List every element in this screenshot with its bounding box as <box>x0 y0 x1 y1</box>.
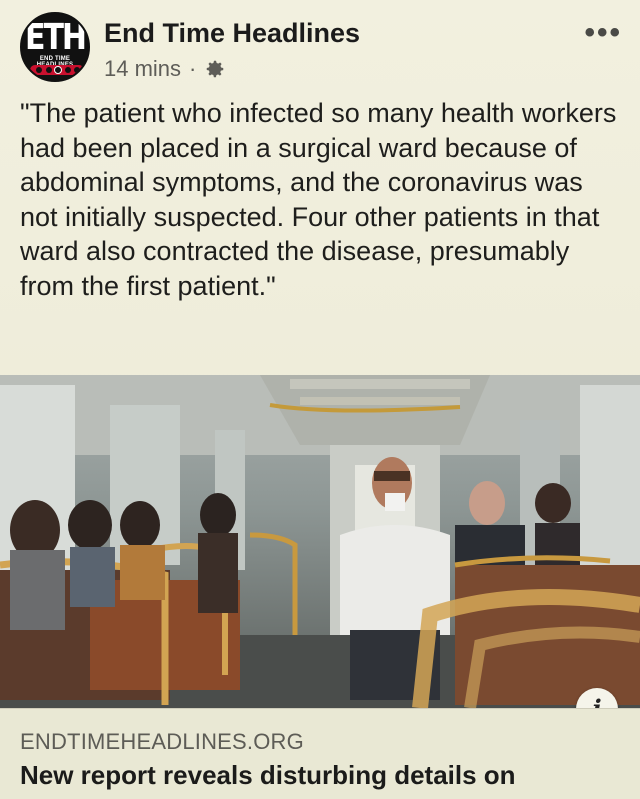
more-options-icon[interactable]: ••• <box>584 16 622 50</box>
page-name[interactable]: End Time Headlines <box>104 18 360 49</box>
post-text: "The patient who infected so many health… <box>20 98 617 301</box>
post-card: ETH END TIME HEADLINES End Time Headline… <box>0 0 640 799</box>
post-header: ETH END TIME HEADLINES End Time Headline… <box>20 12 630 84</box>
page-avatar[interactable]: ETH END TIME HEADLINES <box>20 12 90 82</box>
avatar-logo-bar <box>30 65 84 75</box>
train-interior-photo <box>0 375 640 708</box>
link-preview[interactable]: ENDTIMEHEADLINES.ORG New report reveals … <box>0 708 640 799</box>
post-meta: 14 mins · <box>104 56 226 82</box>
link-domain: ENDTIMEHEADLINES.ORG <box>20 729 304 754</box>
post-timestamp[interactable]: 14 mins <box>104 56 181 82</box>
gear-icon[interactable] <box>204 58 226 80</box>
meta-separator: · <box>189 56 197 81</box>
post-photo[interactable] <box>0 375 640 708</box>
link-headline[interactable]: New report reveals disturbing details on <box>20 759 620 791</box>
avatar-initials: ETH <box>24 16 87 59</box>
